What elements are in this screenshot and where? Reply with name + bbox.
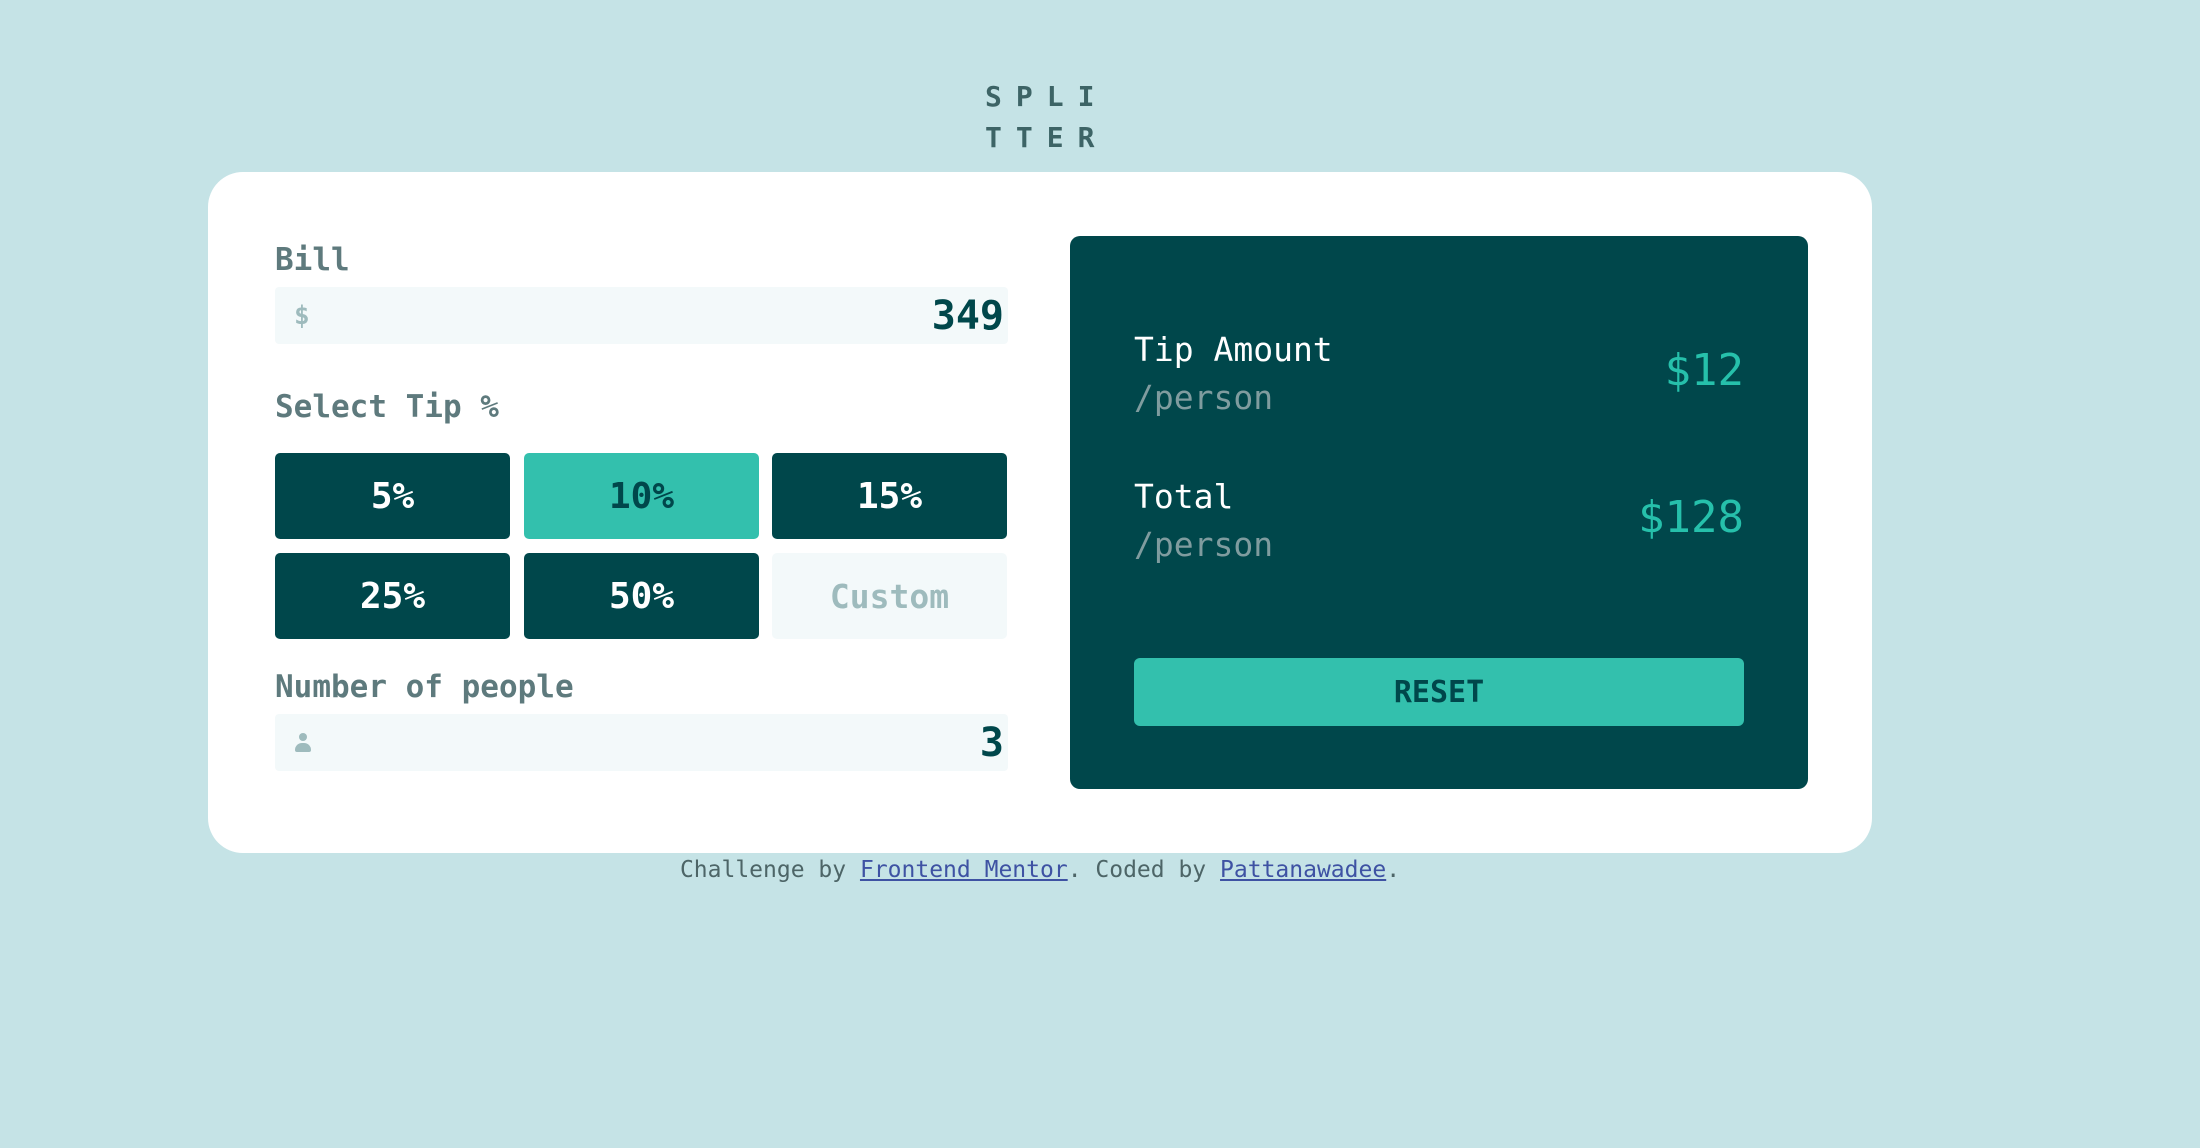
- person-icon: [295, 732, 311, 753]
- people-input-value: 3: [979, 719, 1004, 766]
- total-value: $128: [1638, 492, 1744, 543]
- footer-middle: . Coded by: [1067, 857, 1207, 883]
- total-label: Total: [1134, 477, 1234, 516]
- calculator-card: Bill $ 349 Select Tip % 5% 10% 15% 25% 5…: [208, 172, 1872, 853]
- app-logo: SPLI TTER: [985, 76, 1115, 158]
- bill-input[interactable]: $ 349: [275, 287, 1008, 344]
- footer-prefix: Challenge by: [679, 857, 847, 883]
- reset-button[interactable]: RESET: [1134, 658, 1744, 726]
- tip-amount-label: Tip Amount: [1134, 330, 1333, 369]
- bill-input-value: 349: [931, 292, 1004, 339]
- people-input[interactable]: 3: [275, 714, 1008, 771]
- logo-line-2: TTER: [985, 121, 1109, 154]
- attribution-footer: Challenge by Frontend Mentor. Coded by P…: [0, 857, 2080, 883]
- tip-5-button[interactable]: 5%: [275, 453, 510, 539]
- tip-25-button[interactable]: 25%: [275, 553, 510, 639]
- tip-amount-per-person-label: /person: [1134, 378, 1274, 417]
- footer-suffix: .: [1386, 857, 1401, 883]
- tip-50-button[interactable]: 50%: [524, 553, 759, 639]
- total-per-person-label: /person: [1134, 525, 1274, 564]
- dollar-sign-icon: $: [294, 300, 310, 331]
- bill-label: Bill: [275, 242, 350, 278]
- select-tip-label: Select Tip %: [275, 389, 499, 425]
- frontend-mentor-link[interactable]: Frontend Mentor: [860, 857, 1068, 883]
- author-link[interactable]: Pattanawadee: [1220, 857, 1386, 883]
- tip-15-button[interactable]: 15%: [772, 453, 1007, 539]
- results-panel: Tip Amount /person $12 Total /person $12…: [1070, 236, 1808, 789]
- tip-10-button[interactable]: 10%: [524, 453, 759, 539]
- number-of-people-label: Number of people: [275, 669, 574, 705]
- tip-amount-value: $12: [1664, 345, 1744, 396]
- custom-tip-input[interactable]: Custom: [772, 553, 1007, 639]
- logo-line-1: SPLI: [985, 80, 1109, 113]
